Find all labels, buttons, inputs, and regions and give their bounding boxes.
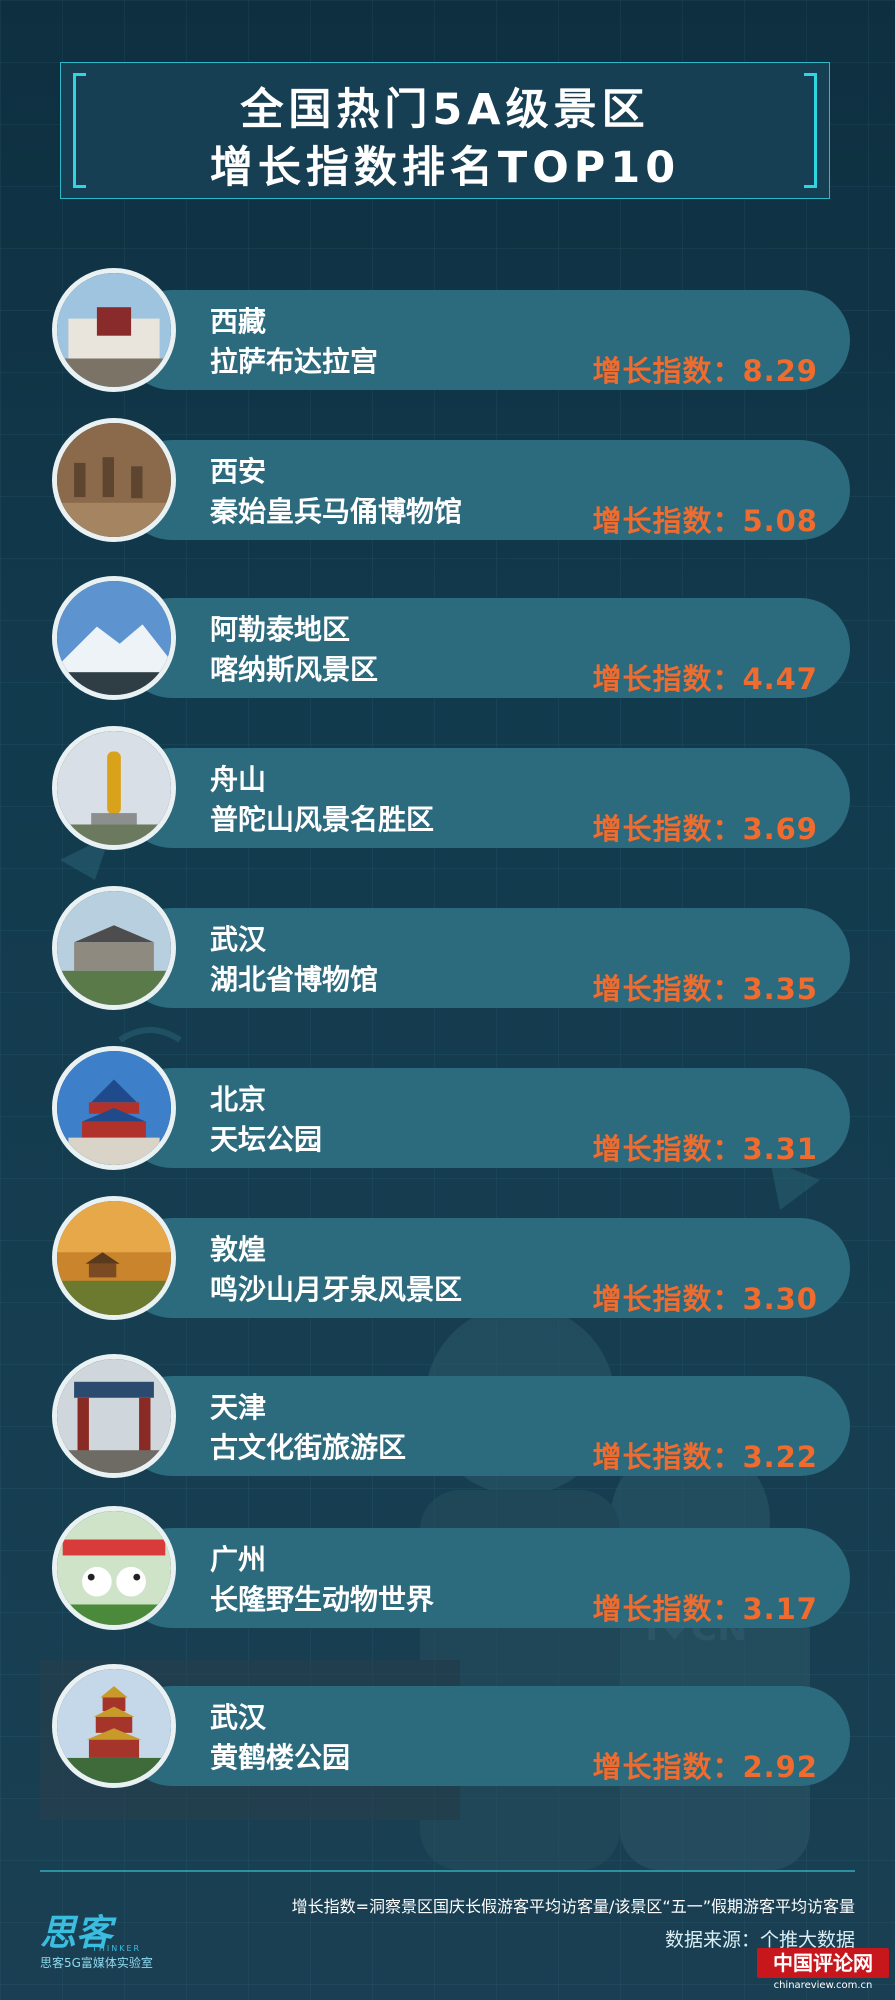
- logo-subtitle: 思客5G富媒体实验室: [40, 1956, 153, 1970]
- site-name: 拉萨布达拉宫: [210, 345, 379, 378]
- culture-street-gate-photo: [52, 1354, 176, 1478]
- growth-index: 增长指数：3.30: [592, 1282, 818, 1316]
- snow-mountain-photo: [52, 576, 176, 700]
- ranking-row-4: 增长指数：3.69 舟山 普陀山风景名胜区: [52, 726, 852, 850]
- site-name: 古文化街旅游区: [210, 1431, 407, 1464]
- site-name: 普陀山风景名胜区: [210, 803, 435, 836]
- city-name: 武汉: [210, 923, 267, 956]
- site-name: 长隆野生动物世界: [210, 1583, 435, 1616]
- ranking-row-9: 增长指数：3.17 广州 长隆野生动物世界: [52, 1506, 852, 1630]
- site-name: 黄鹤楼公园: [210, 1741, 351, 1774]
- growth-index: 增长指数：3.17: [592, 1592, 818, 1626]
- golden-guanyin-statue-photo: [52, 726, 176, 850]
- title-box: 全国热门5A级景区 增长指数排名TOP10: [60, 62, 830, 199]
- ranking-row-6: 增长指数：3.31 北京 天坛公园: [52, 1046, 852, 1170]
- index-formula-note: 增长指数=洞察景区国庆长假游客平均访客量/该景区“五一”假期游客平均访客量: [291, 1897, 855, 1916]
- ranking-row-10: 增长指数：2.92 武汉 黄鹤楼公园: [52, 1664, 852, 1788]
- growth-index: 增长指数：4.47: [592, 662, 818, 696]
- panda-park-entrance-photo: [52, 1506, 176, 1630]
- growth-index: 增长指数：2.92: [592, 1750, 818, 1784]
- logo-english: THINKER: [92, 1944, 142, 1953]
- growth-index: 增长指数：5.08: [592, 504, 818, 538]
- city-name: 武汉: [210, 1701, 267, 1734]
- city-name: 西藏: [210, 305, 267, 338]
- footer-divider: [40, 1870, 855, 1872]
- chinareview-watermark: 中国评论网 chinareview.com.cn: [757, 1948, 889, 1996]
- city-name: 天津: [210, 1391, 267, 1424]
- terracotta-army-photo: [52, 418, 176, 542]
- potala-palace-photo: [52, 268, 176, 392]
- ranking-row-5: 增长指数：3.35 武汉 湖北省博物馆: [52, 886, 852, 1010]
- ranking-row-1: 增长指数：8.29 西藏 拉萨布达拉宫: [52, 268, 852, 392]
- growth-index: 增长指数：3.31: [592, 1132, 818, 1166]
- ranking-row-8: 增长指数：3.22 天津 古文化街旅游区: [52, 1354, 852, 1478]
- title-line-2: 增长指数排名TOP10: [209, 143, 681, 193]
- city-name: 阿勒泰地区: [210, 613, 351, 646]
- growth-index: 增长指数：3.35: [592, 972, 818, 1006]
- site-name: 天坛公园: [210, 1123, 323, 1156]
- desert-pavilion-photo: [52, 1196, 176, 1320]
- thinker-logo: 思客 THINKER 思客5G富媒体实验室: [40, 1892, 190, 1982]
- site-name: 湖北省博物馆: [210, 963, 379, 996]
- ranking-row-3: 增长指数：4.47 阿勒泰地区 喀纳斯风景区: [52, 576, 852, 700]
- site-name: 鸣沙山月牙泉风景区: [210, 1273, 463, 1306]
- growth-index: 增长指数：3.69: [592, 812, 818, 846]
- site-name: 喀纳斯风景区: [210, 653, 379, 686]
- yellow-crane-tower-photo: [52, 1664, 176, 1788]
- growth-index: 增长指数：3.22: [592, 1440, 818, 1474]
- title-line-1: 全国热门5A级景区: [240, 85, 650, 135]
- watermark-title: 中国评论网: [757, 1948, 889, 1978]
- city-name: 西安: [210, 455, 267, 488]
- growth-index: 增长指数：8.29: [592, 354, 818, 388]
- city-name: 舟山: [210, 763, 267, 796]
- watermark-url: chinareview.com.cn: [773, 1980, 873, 1991]
- museum-building-photo: [52, 886, 176, 1010]
- temple-of-heaven-photo: [52, 1046, 176, 1170]
- ranking-row-2: 增长指数：5.08 西安 秦始皇兵马俑博物馆: [52, 418, 852, 542]
- ranking-row-7: 增长指数：3.30 敦煌 鸣沙山月牙泉风景区: [52, 1196, 852, 1320]
- city-name: 北京: [210, 1083, 267, 1116]
- city-name: 敦煌: [210, 1233, 267, 1266]
- city-name: 广州: [210, 1543, 267, 1576]
- site-name: 秦始皇兵马俑博物馆: [210, 495, 463, 528]
